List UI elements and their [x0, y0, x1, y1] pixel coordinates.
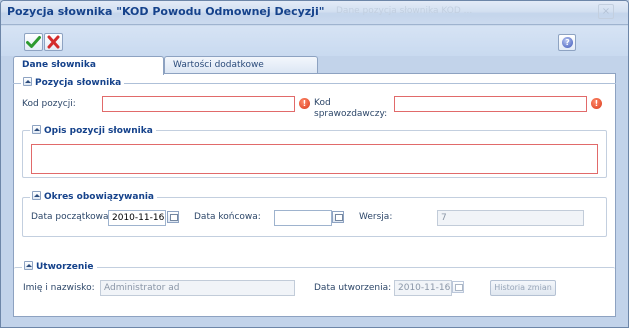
- tab-dane-slownika[interactable]: Dane słownika: [13, 56, 164, 75]
- wersja-input[interactable]: 7: [437, 210, 584, 226]
- check-icon: [26, 36, 41, 48]
- group-opis-title: Opis pozycji słownika: [44, 126, 153, 136]
- cancel-button[interactable]: [44, 33, 63, 51]
- window-close-button[interactable]: ×: [598, 4, 614, 19]
- group-opis-header[interactable]: Opis pozycji słownika: [30, 125, 156, 136]
- kod-sprawozdawczy-label-line1: Kod: [314, 98, 331, 108]
- calendar-icon[interactable]: [452, 281, 464, 293]
- collapse-icon[interactable]: [32, 125, 41, 134]
- background-title-text: Dane pozycja słownika KOD ...: [336, 6, 473, 16]
- tab-bar: Dane słownika Wartości dodatkowe: [1, 56, 628, 75]
- x-icon: [47, 35, 60, 49]
- data-utworzenia-label: Data utworzenia:: [314, 283, 392, 293]
- window-title: Pozycja słownika "KOD Powodu Odmownej De…: [7, 5, 325, 18]
- group-pozycja-title: Pozycja słownika: [35, 78, 122, 88]
- dialog-window: Pozycja słownika "KOD Powodu Odmownej De…: [0, 0, 629, 328]
- group-okres-header[interactable]: Okres obowiązywania: [30, 191, 158, 202]
- ok-button[interactable]: [24, 33, 43, 51]
- data-poczatkowa-input[interactable]: 2010-11-16: [108, 210, 166, 226]
- imie-nazwisko-label: Imię i nazwisko:: [23, 283, 95, 293]
- tab-wartosci-dodatkowe[interactable]: Wartości dodatkowe: [164, 56, 318, 74]
- imie-nazwisko-input[interactable]: Administrator ad: [100, 280, 295, 296]
- historia-zmian-button[interactable]: Historia zmian: [490, 280, 556, 296]
- group-pozycja-header[interactable]: Pozycja słownika: [21, 77, 125, 88]
- group-utworzenie-title: Utworzenie: [36, 262, 94, 272]
- group-okres-title: Okres obowiązywania: [44, 192, 155, 202]
- calendar-icon[interactable]: [167, 211, 179, 223]
- kod-sprawozdawczy-label-line2: sprawozdawczy:: [314, 109, 388, 119]
- title-bar[interactable]: Pozycja słownika "KOD Powodu Odmownej De…: [1, 1, 628, 25]
- kod-sprawozdawczy-input[interactable]: [394, 96, 587, 112]
- kod-pozycji-input[interactable]: [102, 96, 295, 112]
- collapse-icon[interactable]: [23, 77, 32, 86]
- error-icon: !: [591, 98, 602, 109]
- calendar-icon[interactable]: [332, 211, 344, 223]
- error-icon: !: [299, 98, 310, 109]
- wersja-label: Wersja:: [359, 212, 393, 222]
- data-koncowa-input[interactable]: [274, 210, 332, 226]
- data-koncowa-label: Data końcowa:: [194, 212, 261, 222]
- opis-textarea[interactable]: [31, 144, 598, 174]
- toolbar: [1, 26, 628, 56]
- collapse-icon[interactable]: [24, 261, 33, 270]
- kod-pozycji-label: Kod pozycji:: [22, 99, 76, 109]
- collapse-icon[interactable]: [32, 191, 41, 200]
- help-icon: ?: [562, 37, 573, 48]
- data-utworzenia-input[interactable]: 2010-11-16: [394, 280, 452, 296]
- data-poczatkowa-label: Data początkowa:: [31, 212, 112, 222]
- group-utworzenie-header[interactable]: Utworzenie: [22, 261, 97, 272]
- help-button[interactable]: ?: [558, 34, 576, 51]
